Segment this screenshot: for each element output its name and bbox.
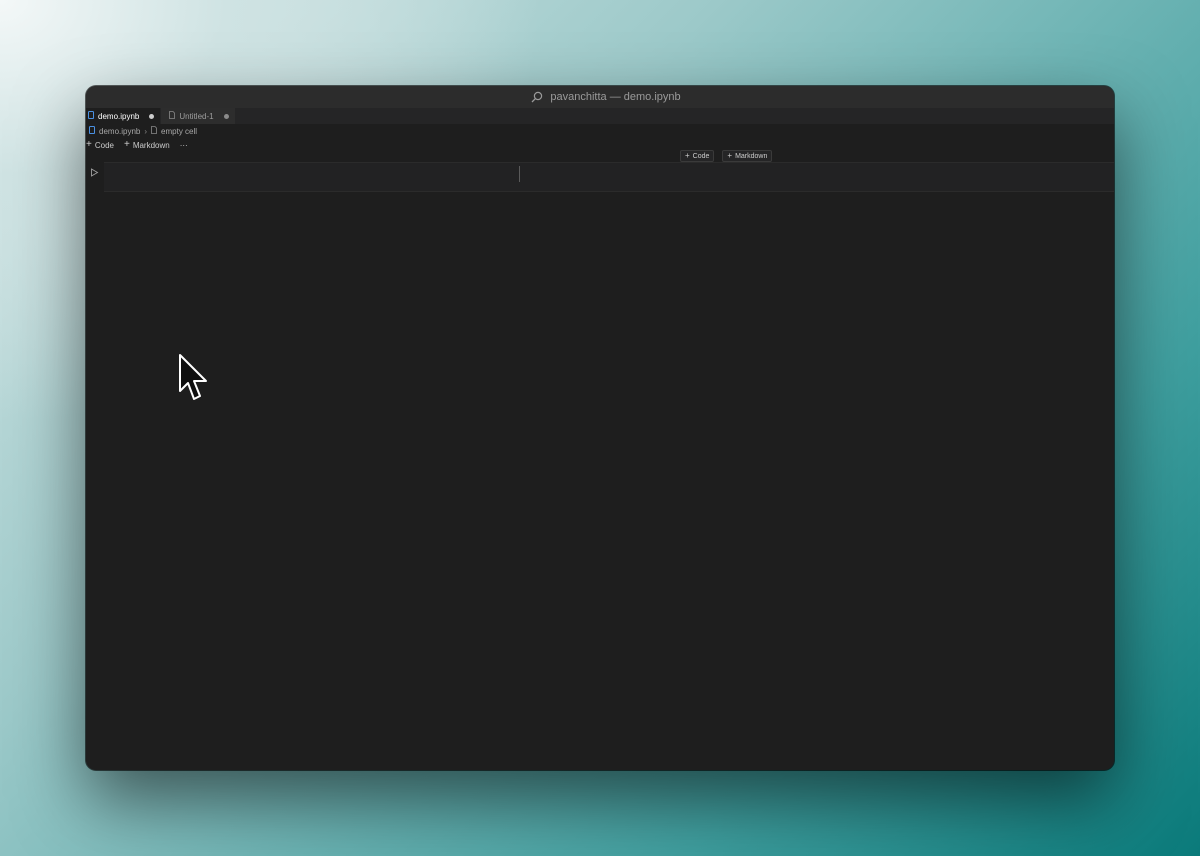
- tab-demo-ipynb[interactable]: demo.ipynb: [86, 108, 162, 124]
- insert-markdown-button[interactable]: + Markdown: [722, 150, 773, 162]
- tab-bar: demo.ipynb Untitled-1: [86, 108, 1114, 124]
- chevron-right-icon: ›: [144, 126, 148, 136]
- code-cell[interactable]: [86, 162, 1114, 192]
- plus-icon: +: [86, 139, 92, 150]
- tab-label: demo.ipynb: [98, 111, 140, 121]
- file-icon: [151, 126, 157, 136]
- insert-code-label: Code: [692, 152, 710, 160]
- mouse-pointer-icon: [178, 353, 210, 408]
- cell-editor[interactable]: [104, 162, 1114, 192]
- add-markdown-cell-button[interactable]: + Markdown: [123, 139, 170, 150]
- insert-code-button[interactable]: + Code: [680, 150, 715, 162]
- plus-icon: +: [685, 151, 690, 160]
- vscode-window: pavanchitta — demo.ipynb demo.ipynb Unti…: [86, 86, 1114, 770]
- insert-markdown-label: Markdown: [735, 152, 768, 160]
- breadcrumb-cell[interactable]: empty cell: [161, 127, 197, 136]
- notebook-icon: [88, 111, 94, 121]
- tab-label: Untitled-1: [179, 111, 214, 121]
- insert-cell-toolbar: + Code + Markdown: [680, 150, 773, 162]
- add-markdown-label: Markdown: [132, 140, 170, 150]
- unsaved-dot-icon[interactable]: [223, 113, 229, 119]
- window-title: pavanchitta — demo.ipynb: [550, 91, 681, 103]
- more-actions-icon[interactable]: ···: [180, 141, 188, 150]
- command-center[interactable]: pavanchitta — demo.ipynb: [531, 91, 681, 103]
- add-code-label: Code: [94, 140, 114, 150]
- title-bar: pavanchitta — demo.ipynb: [86, 86, 1114, 108]
- notebook-toolbar: + Code + Markdown ···: [86, 138, 1114, 152]
- add-code-cell-button[interactable]: + Code: [86, 139, 114, 150]
- search-icon: [531, 91, 543, 103]
- run-cell-icon[interactable]: [90, 164, 99, 182]
- plus-icon: +: [123, 139, 130, 150]
- text-cursor: [519, 166, 520, 182]
- breadcrumb: demo.ipynb › empty cell: [86, 124, 1114, 138]
- plus-icon: +: [727, 151, 733, 160]
- breadcrumb-file[interactable]: demo.ipynb: [99, 127, 140, 136]
- unsaved-dot-icon[interactable]: [149, 113, 155, 119]
- notebook-icon: [89, 126, 95, 136]
- file-icon: [169, 111, 176, 121]
- tab-untitled-1[interactable]: Untitled-1: [161, 108, 236, 124]
